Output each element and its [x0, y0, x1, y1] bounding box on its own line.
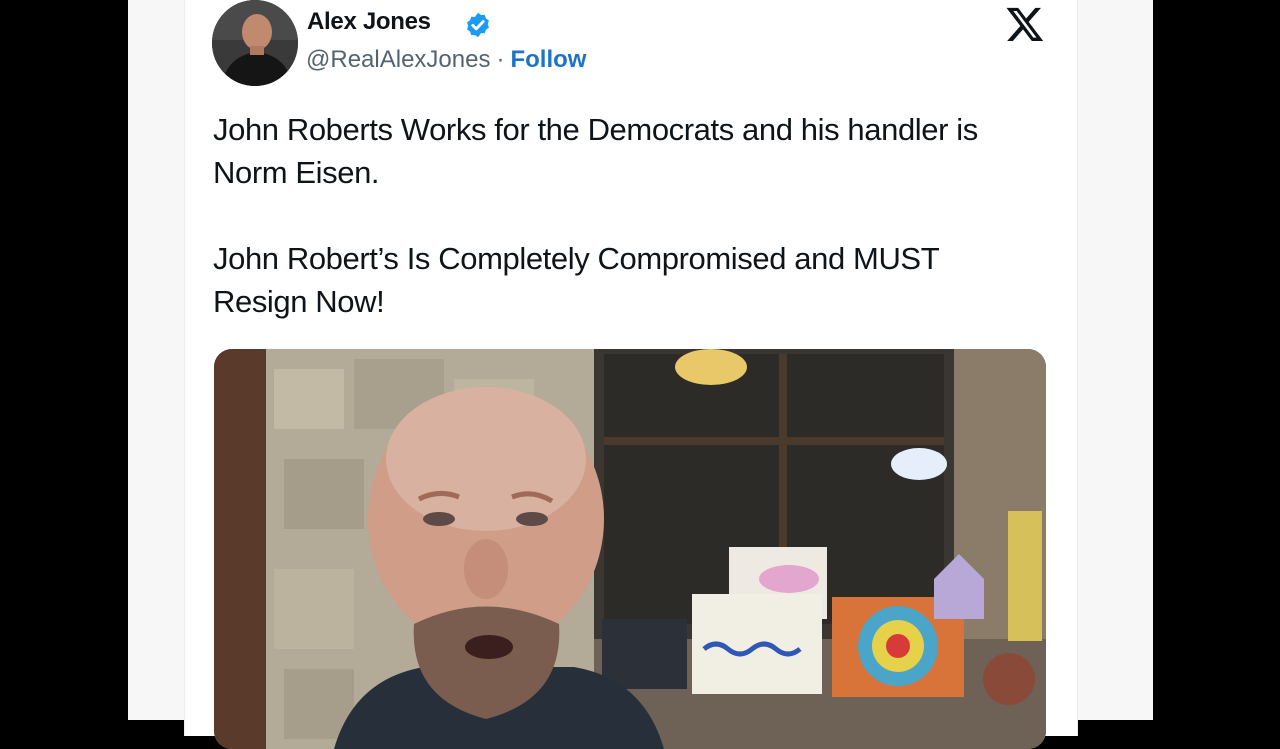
- tweet-text: John Roberts Works for the Democrats and…: [213, 108, 1033, 323]
- tweet-card: Alex Jones @RealAlexJones · Follow John Ro…: [184, 0, 1078, 749]
- handle-row: @RealAlexJones · Follow: [306, 46, 586, 74]
- video-thumbnail[interactable]: [214, 349, 1046, 749]
- avatar-image: [212, 0, 298, 86]
- letterbox-left: [0, 0, 128, 720]
- verified-badge-icon: [467, 12, 489, 38]
- tweet-paragraph-1: John Roberts Works for the Democrats and…: [213, 112, 978, 190]
- tweet-paragraph-2: John Robert’s Is Completely Compromised …: [213, 241, 939, 319]
- separator-dot: ·: [496, 46, 505, 73]
- avatar[interactable]: [212, 0, 298, 86]
- user-handle[interactable]: @RealAlexJones: [306, 46, 490, 73]
- follow-button[interactable]: Follow: [510, 46, 586, 73]
- display-name[interactable]: Alex Jones: [307, 8, 431, 36]
- x-logo-icon[interactable]: [1005, 4, 1045, 44]
- video-frame-image: [214, 349, 1046, 749]
- screen-background: Alex Jones @RealAlexJones · Follow John Ro…: [128, 0, 1153, 749]
- letterbox-right: [1153, 0, 1280, 720]
